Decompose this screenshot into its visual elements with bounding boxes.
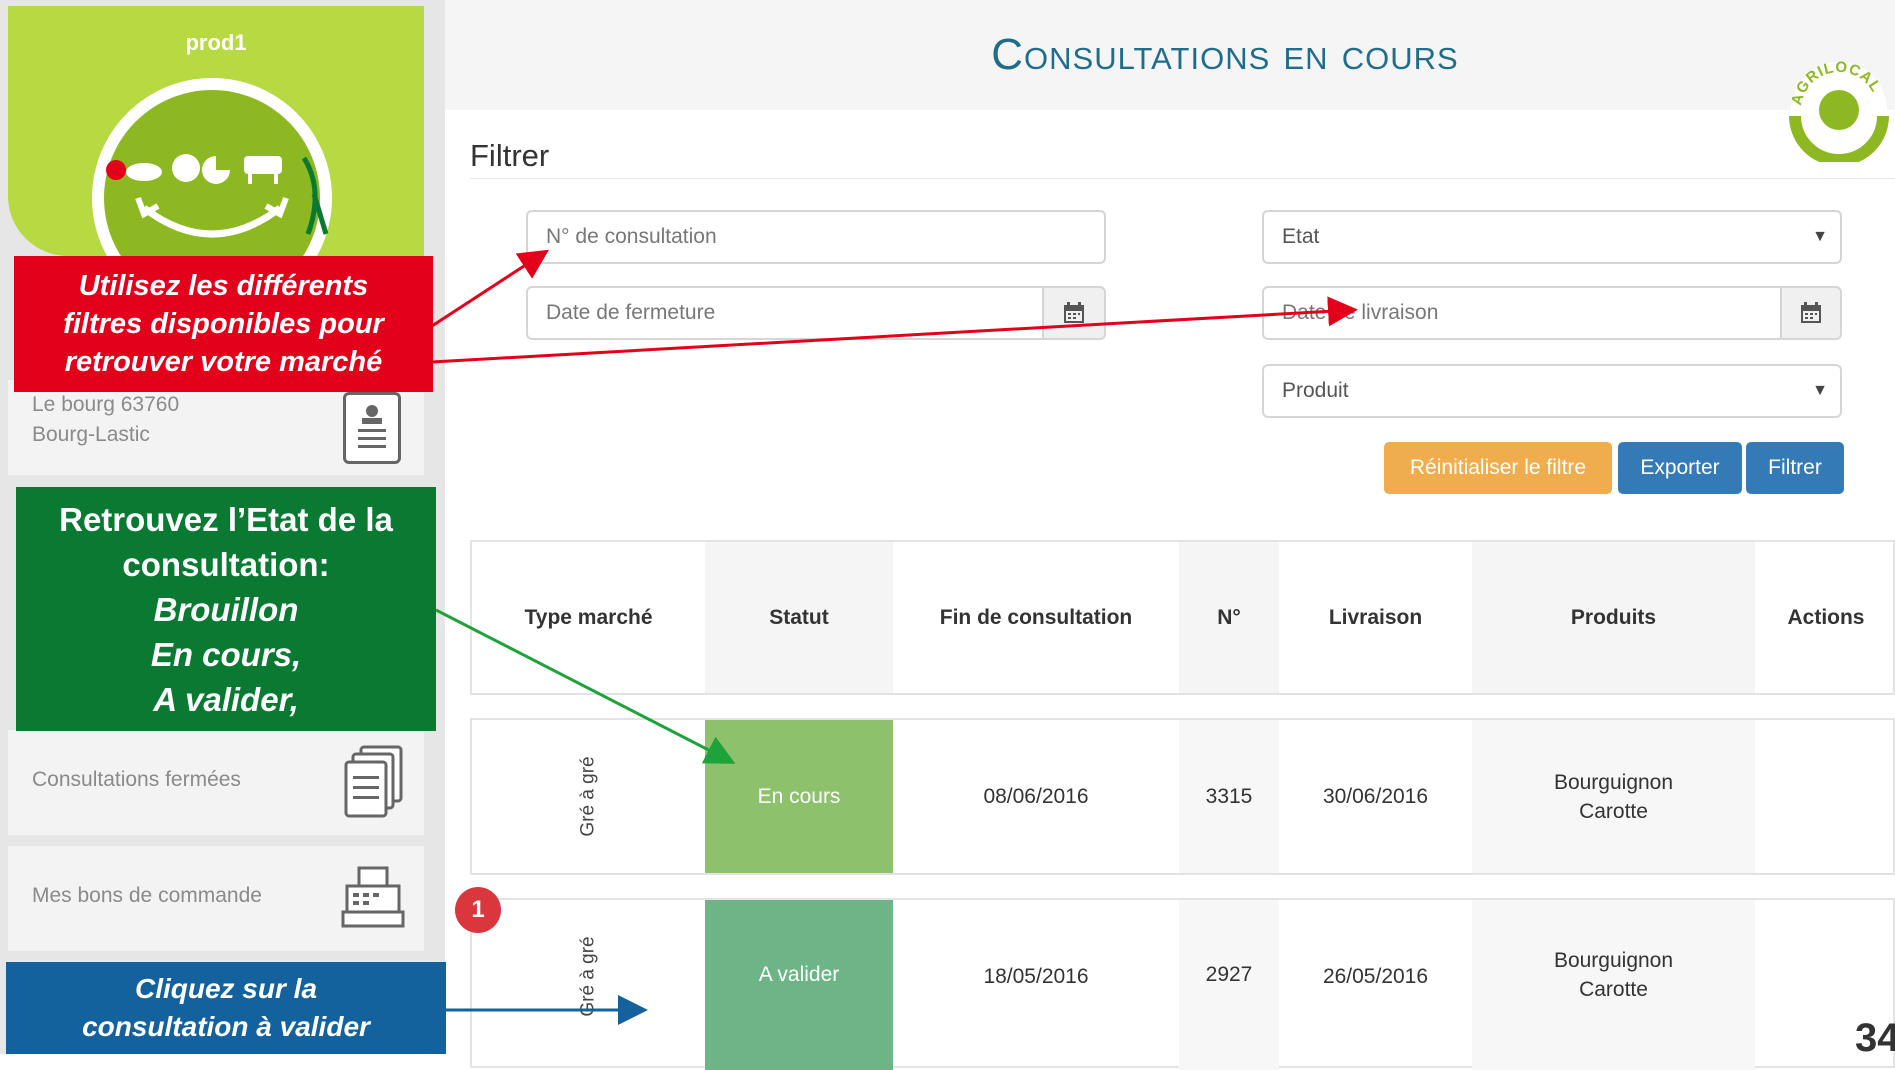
callout-line: Cliquez sur la bbox=[134, 973, 318, 1004]
callout-line: A valider, bbox=[153, 680, 299, 718]
page-number: 34 bbox=[1855, 1016, 1895, 1060]
callout-heading: consultation: bbox=[122, 545, 330, 583]
callout-line: Brouillon bbox=[153, 590, 299, 628]
arrow-to-delivery-input bbox=[431, 296, 1358, 364]
callout-line: En cours, bbox=[150, 635, 302, 673]
callout-click: Cliquez sur la consultation à valider bbox=[6, 962, 446, 1054]
callout-line: consultation à valider bbox=[82, 1011, 370, 1042]
callout-line: Utilisez les différents bbox=[78, 270, 369, 302]
callout-line: filtres disponibles pour bbox=[63, 308, 384, 340]
callout-line: retrouver votre marché bbox=[64, 346, 383, 378]
arrow-to-status bbox=[435, 608, 736, 764]
callout-state: Retrouvez l’Etat de la consultation: Bro… bbox=[16, 487, 436, 731]
callout-filters: Utilisez les différents filtres disponib… bbox=[14, 256, 433, 392]
arrow-to-consultation-input bbox=[431, 249, 550, 328]
callout-heading: Retrouvez l’Etat de la bbox=[59, 500, 393, 538]
